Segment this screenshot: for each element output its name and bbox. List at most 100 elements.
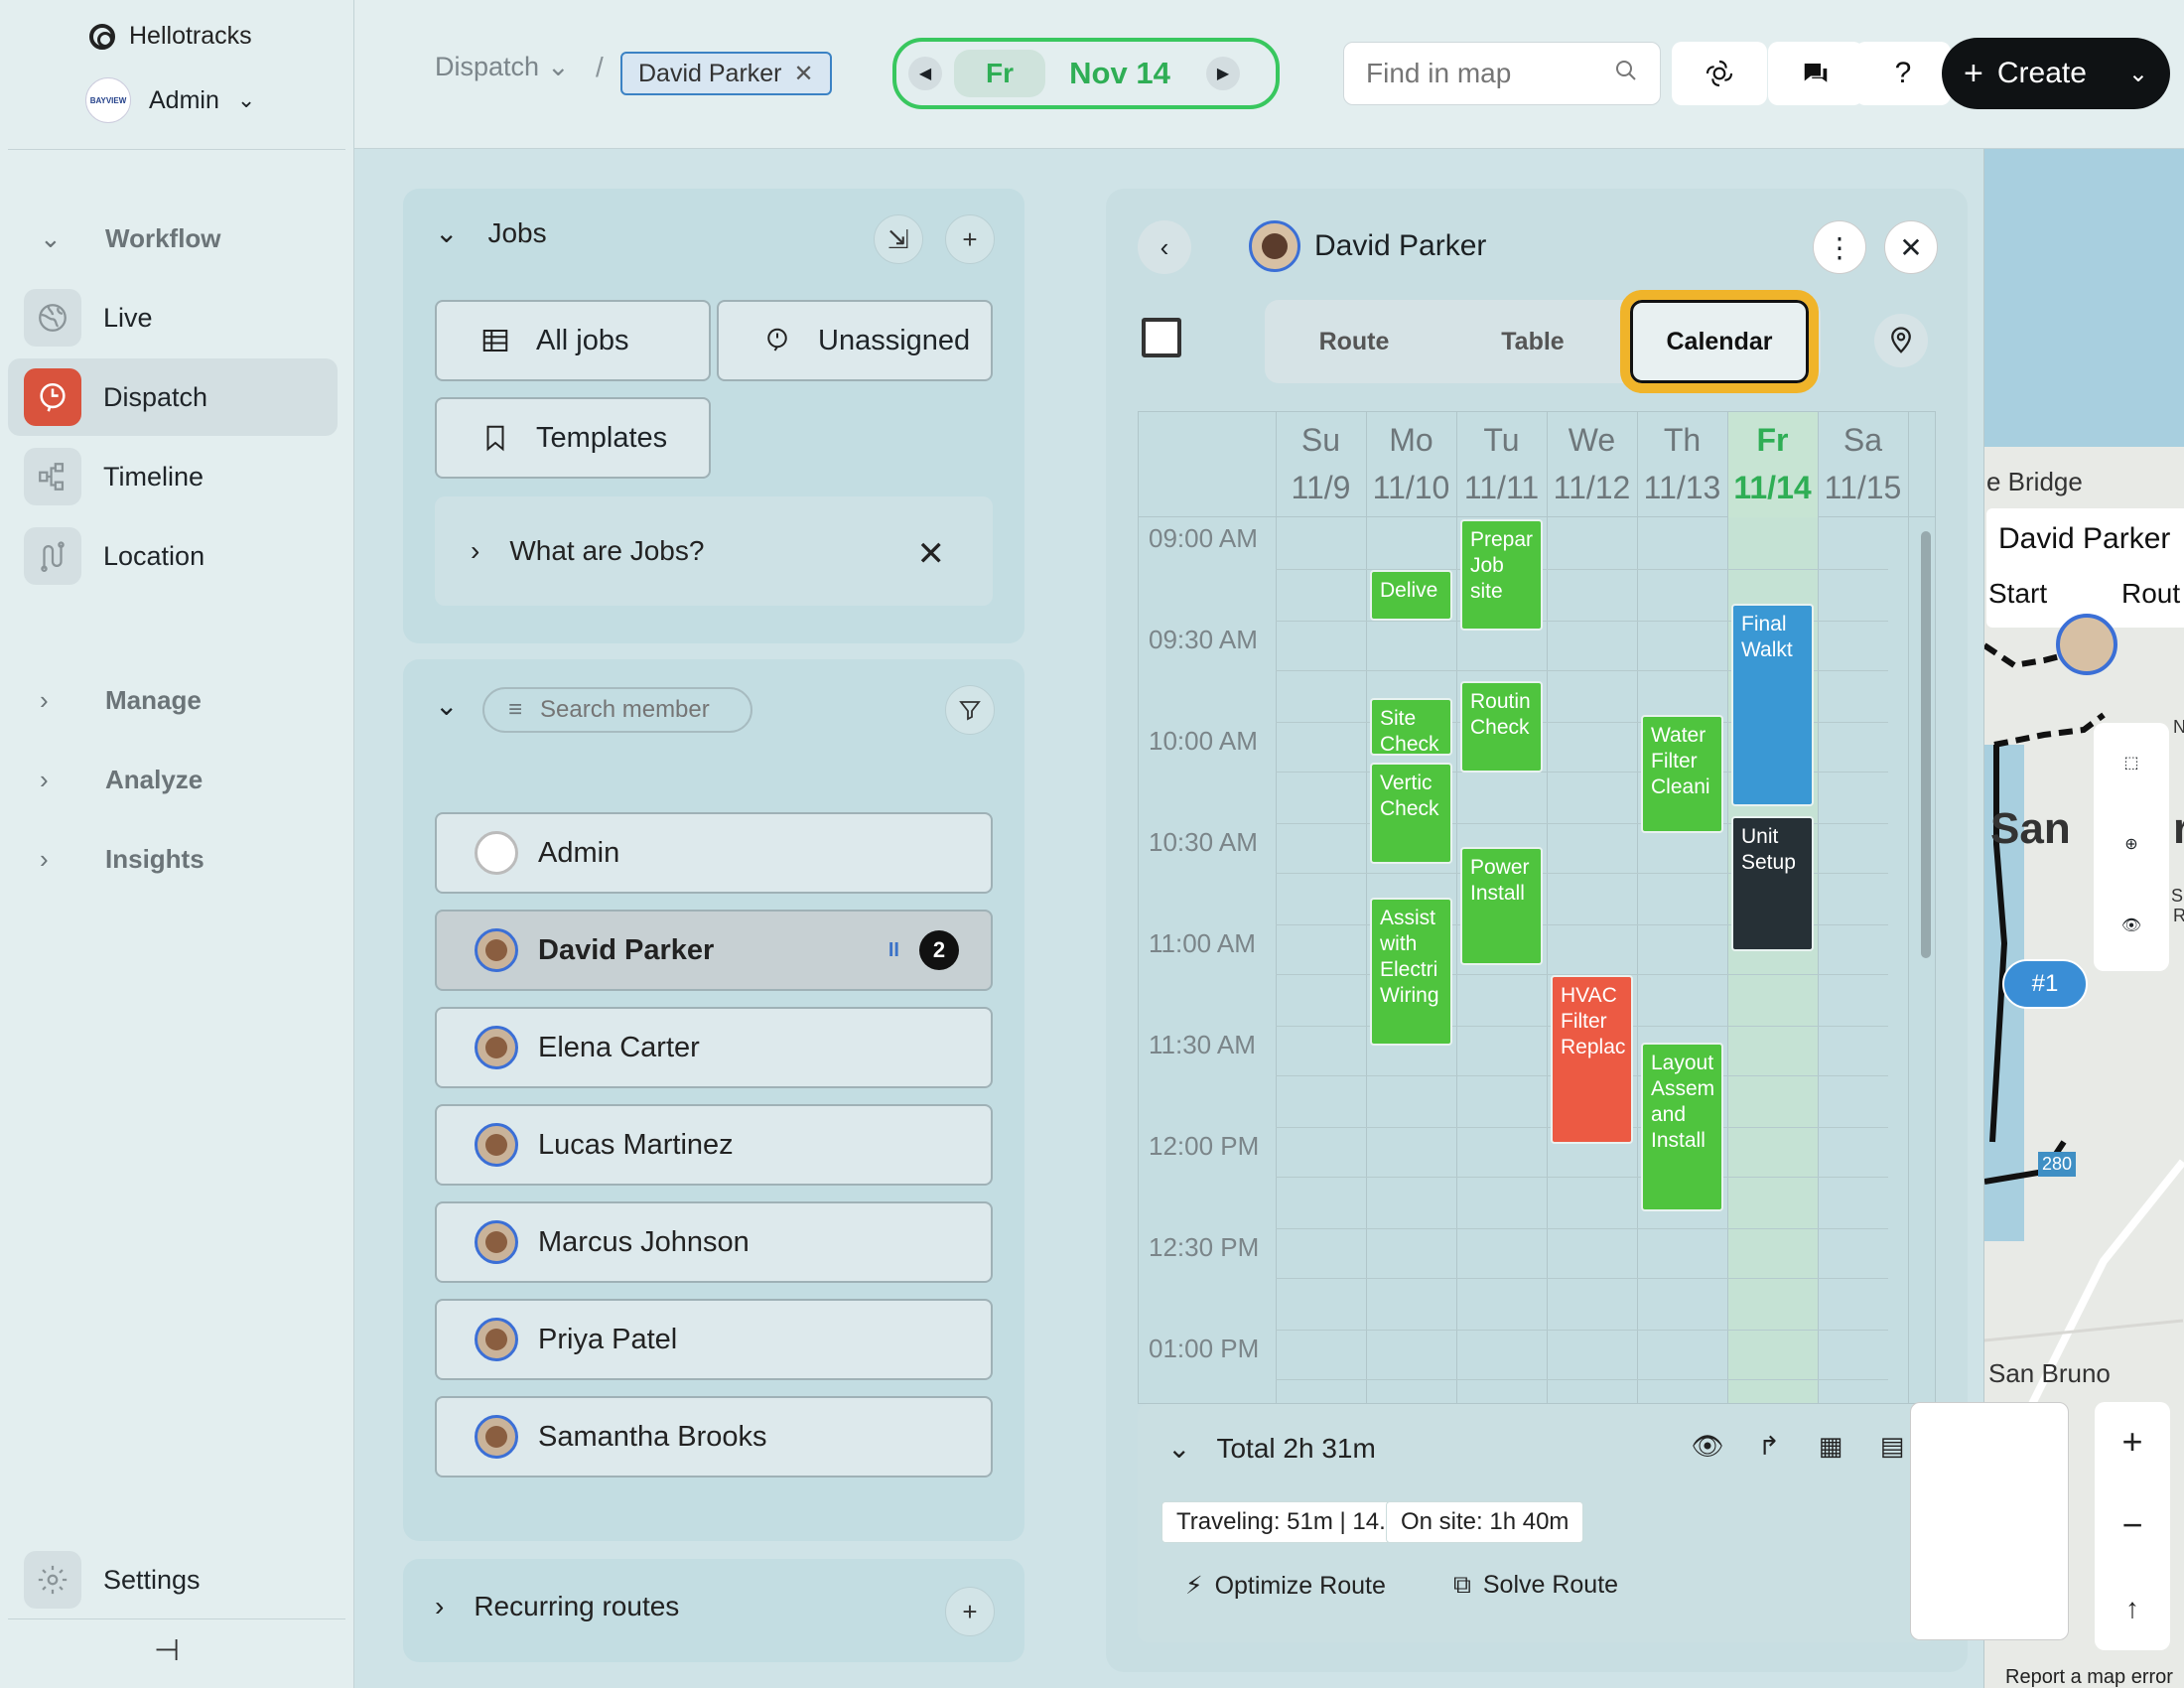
close-icon[interactable]: ✕: [917, 534, 946, 574]
import-jobs-icon[interactable]: ⇲: [874, 214, 923, 264]
member-row[interactable]: Elena Carter: [435, 1007, 993, 1088]
section-workflow[interactable]: ⌄ Workflow: [0, 204, 354, 273]
route-stop-badge[interactable]: #1: [2002, 959, 2088, 1009]
calendar-event[interactable]: Final Walkt: [1731, 604, 1814, 806]
location-pin-icon[interactable]: [1874, 314, 1928, 367]
all-jobs-button[interactable]: All jobs: [435, 300, 711, 381]
pause-icon[interactable]: II: [888, 939, 899, 962]
jobs-header[interactable]: ⌄ Jobs: [435, 216, 547, 249]
recenter-icon[interactable]: ↑: [2095, 1569, 2170, 1648]
recurring-routes-header[interactable]: › Recurring routes: [435, 1591, 679, 1622]
section-analyze[interactable]: › Analyze: [0, 745, 354, 814]
tab-route[interactable]: Route: [1265, 300, 1443, 383]
zoom-in-icon[interactable]: +: [2095, 1402, 2170, 1481]
highway-shield: 280: [2038, 1152, 2077, 1177]
sidebar-item-live[interactable]: Live: [8, 279, 338, 356]
calendar-event[interactable]: Assist with Electri Wiring: [1370, 897, 1452, 1047]
calendar-event[interactable]: Vertic Check: [1370, 762, 1452, 864]
unassigned-button[interactable]: Unassigned: [717, 300, 993, 381]
calendar-event[interactable]: Prepar Job site: [1460, 519, 1543, 632]
day-header[interactable]: We 11/12: [1547, 412, 1637, 517]
sidebar-item-dispatch[interactable]: Dispatch: [8, 358, 338, 436]
select-checkbox[interactable]: [1142, 318, 1181, 357]
remove-filter-icon[interactable]: ✕: [794, 60, 814, 88]
eye-icon[interactable]: 👁: [1692, 1430, 1724, 1462]
route-summary-header[interactable]: ⌄ Total 2h 31m: [1167, 1432, 1376, 1465]
more-options-icon[interactable]: ⋮: [1813, 220, 1866, 274]
map-style-picker[interactable]: [1910, 1402, 2069, 1640]
account-name: Admin: [149, 85, 219, 114]
create-button[interactable]: + Create ⌄: [1942, 38, 2170, 109]
map-label-side-3: R: [2173, 906, 2184, 926]
calendar-event[interactable]: Routin Check: [1460, 681, 1543, 773]
filter-icon[interactable]: [945, 685, 995, 735]
chevron-down-icon[interactable]: ⌄: [435, 689, 458, 722]
brand[interactable]: Hellotracks: [89, 22, 252, 51]
member-row[interactable]: Lucas Martinez: [435, 1104, 993, 1186]
previous-day-icon[interactable]: ◀: [908, 57, 942, 90]
templates-button[interactable]: Templates: [435, 397, 711, 479]
tab-table[interactable]: Table: [1443, 300, 1622, 383]
member-filter-chip[interactable]: David Parker ✕: [620, 52, 832, 95]
help-button[interactable]: ?: [1855, 42, 1951, 105]
day-header[interactable]: Fr 11/14: [1727, 412, 1818, 517]
grid-line: [1818, 412, 1819, 1403]
calendar-scrollbar[interactable]: [1921, 531, 1931, 958]
section-manage[interactable]: › Manage: [0, 665, 354, 735]
day-pill[interactable]: Fr: [954, 50, 1045, 97]
member-row[interactable]: Priya Patel: [435, 1299, 993, 1380]
breadcrumb-dispatch[interactable]: Dispatch ⌄: [435, 52, 570, 82]
member-row[interactable]: Admin: [435, 812, 993, 894]
member-name: Priya Patel: [538, 1323, 678, 1355]
what-are-jobs-banner[interactable]: › What are Jobs? ✕: [435, 496, 993, 606]
close-icon[interactable]: ✕: [1884, 220, 1938, 274]
day-header[interactable]: Tu 11/11: [1456, 412, 1547, 517]
report-map-error-link[interactable]: Report a map error: [2005, 1666, 2173, 1688]
account-switcher[interactable]: BAYVIEW Admin ⌄: [85, 77, 255, 123]
add-job-icon[interactable]: +: [945, 214, 995, 264]
calendar-event[interactable]: Unit Setup: [1731, 816, 1814, 952]
calendar-event[interactable]: HVAC Filter Replac: [1551, 975, 1633, 1144]
sidebar-item-location[interactable]: Location: [8, 517, 338, 595]
pin-sidebar-icon[interactable]: ⊣: [154, 1633, 180, 1668]
sidebar-item-settings[interactable]: Settings: [8, 1541, 338, 1618]
calendar-event[interactable]: Water Filter Cleani: [1641, 715, 1723, 834]
visibility-icon[interactable]: 👁: [2094, 886, 2169, 965]
back-icon[interactable]: ‹: [1138, 220, 1191, 274]
unassigned-icon: [767, 328, 787, 352]
day-header[interactable]: Sa 11/15: [1818, 412, 1908, 517]
tab-calendar[interactable]: Calendar: [1620, 290, 1819, 393]
search-member-input[interactable]: [540, 696, 720, 724]
calendar-event[interactable]: Site Check: [1370, 698, 1452, 756]
select-area-icon[interactable]: ⬚: [2094, 723, 2169, 802]
film-icon[interactable]: ▤: [1876, 1430, 1908, 1462]
table-icon[interactable]: ▦: [1815, 1430, 1846, 1462]
member-row[interactable]: Marcus Johnson: [435, 1201, 993, 1283]
section-insights[interactable]: › Insights: [0, 824, 354, 894]
member-row[interactable]: David Parker II 2: [435, 910, 993, 991]
ai-assistant-button[interactable]: [1672, 42, 1767, 105]
current-date[interactable]: Nov 14: [1045, 56, 1194, 91]
day-date: 11/11: [1463, 470, 1540, 505]
chat-button[interactable]: [1768, 42, 1863, 105]
add-recurring-route-icon[interactable]: +: [945, 1587, 995, 1636]
day-header[interactable]: Th 11/13: [1637, 412, 1727, 517]
sidebar-item-timeline[interactable]: Timeline: [8, 438, 338, 515]
calendar-event[interactable]: Power Install: [1460, 846, 1543, 965]
map-search-input[interactable]: [1366, 58, 1594, 89]
member-map-marker[interactable]: [2056, 614, 2117, 675]
optimize-route-button[interactable]: ⚡ Optimize Route: [1185, 1571, 1386, 1601]
add-point-icon[interactable]: ⊕: [2094, 804, 2169, 884]
top-bar: Dispatch ⌄ / David Parker ✕ ◀ Fr Nov 14 …: [354, 0, 2184, 149]
day-header[interactable]: Su 11/9: [1276, 412, 1366, 517]
map-label-city-partial: r: [2173, 804, 2184, 854]
member-row[interactable]: Samantha Brooks: [435, 1396, 993, 1477]
zoom-out-icon[interactable]: −: [2095, 1485, 2170, 1565]
day-header[interactable]: Mo 11/10: [1366, 412, 1456, 517]
share-arrow-icon[interactable]: ↱: [1753, 1430, 1785, 1462]
search-member: ≡: [482, 687, 752, 733]
calendar-event[interactable]: Layout Assem and Install: [1641, 1043, 1723, 1211]
calendar-event[interactable]: Delive: [1370, 570, 1452, 621]
next-day-icon[interactable]: ▶: [1206, 57, 1240, 90]
solve-route-button[interactable]: ⧉ Solve Route: [1453, 1571, 1618, 1600]
